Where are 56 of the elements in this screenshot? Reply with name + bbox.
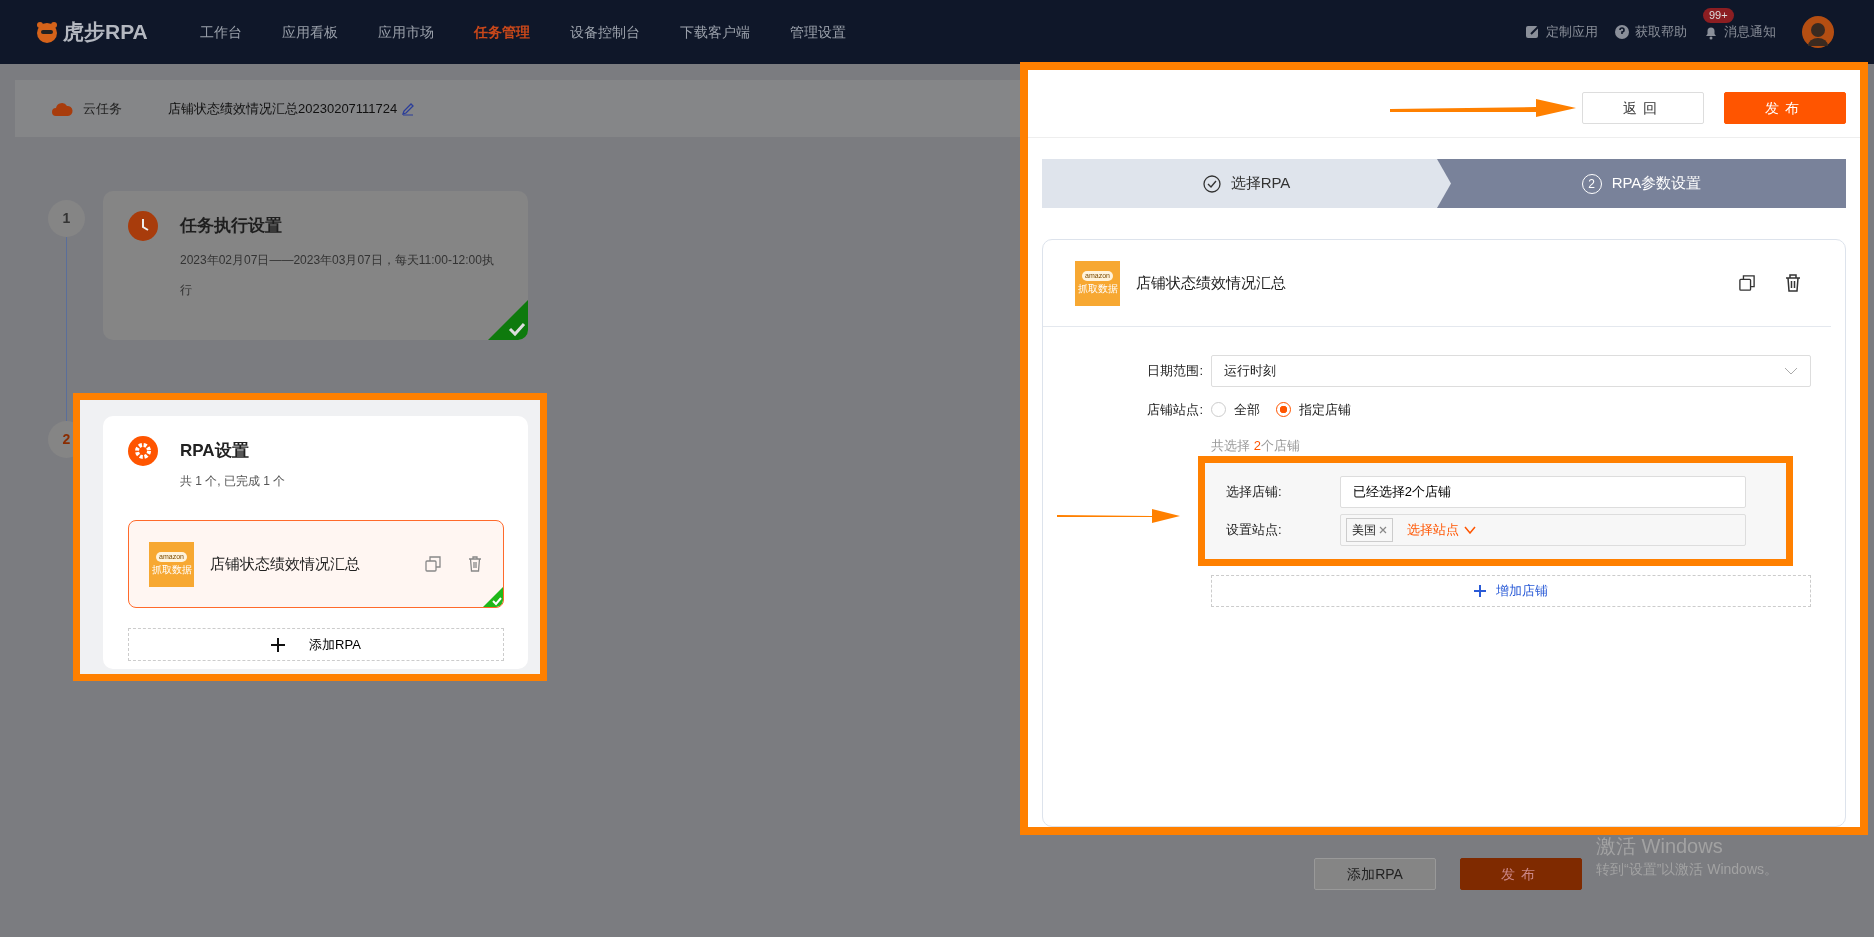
close-icon <box>1378 526 1387 534</box>
field-label: 设置站点: <box>1226 521 1283 540</box>
action-link[interactable]: 消息通知 <box>1724 22 1776 42</box>
copy-icon <box>1739 275 1755 291</box>
add-rpa-button[interactable]: 添加RPA <box>128 628 504 661</box>
nav-link[interactable]: 下载客户端 <box>679 21 750 43</box>
tiger-logo-icon <box>35 20 59 44</box>
add-store-button[interactable]: 增加店铺 <box>1211 575 1811 607</box>
nav-link[interactable]: 管理设置 <box>789 21 846 43</box>
brand-name: 虎步RPA <box>63 19 148 46</box>
field-label: 选择店铺: <box>1226 483 1283 502</box>
date-range-select[interactable]: 运行时刻 <box>1211 355 1811 387</box>
radio-option[interactable]: 全部 <box>1211 400 1260 420</box>
edit-icon <box>1525 24 1541 40</box>
action-link[interactable]: 定制应用 <box>1546 22 1598 42</box>
chevron-down-icon <box>1463 526 1476 534</box>
step-number: 1 <box>48 200 85 237</box>
add-rpa-button[interactable]: 添加RPA <box>1314 858 1436 890</box>
nav-link[interactable]: 工作台 <box>199 21 242 43</box>
trash-icon <box>467 556 483 572</box>
field-label: 日期范围: <box>1146 362 1204 381</box>
step-title: RPA设置 <box>180 440 249 463</box>
arrow-icon <box>1390 96 1576 120</box>
rpa-name: 店铺状态绩效情况汇总 <box>1136 272 1287 293</box>
chevron-down-icon <box>1784 367 1798 375</box>
step-description: 2023年02月07日——2023年03月07日，每天11:00-12:00执行 <box>180 252 495 299</box>
plus-icon <box>271 637 286 652</box>
plus-icon <box>1474 585 1486 597</box>
trash-icon <box>1785 274 1801 292</box>
back-button[interactable]: 返回 <box>1582 92 1704 124</box>
step-description: 共 1 个, 已完成 1 个 <box>180 473 287 490</box>
action-link[interactable]: 获取帮助 <box>1635 22 1687 42</box>
wizard-step[interactable]: 2 RPA参数设置 <box>1437 159 1846 208</box>
rpa-name: 店铺状态绩效情况汇总 <box>210 553 361 574</box>
site-tag[interactable]: 美国 <box>1345 518 1393 542</box>
step-title: 任务执行设置 <box>180 215 282 238</box>
gear-icon <box>128 436 158 466</box>
nav-link[interactable]: 应用看板 <box>281 21 338 43</box>
task-type: 云任务 <box>83 99 122 118</box>
avatar-icon <box>1802 16 1834 48</box>
nav-link[interactable]: 应用市场 <box>377 21 434 43</box>
help-icon <box>1614 24 1630 40</box>
field-label: 店铺站点: <box>1146 401 1204 419</box>
wizard-step[interactable]: 选择RPA <box>1042 159 1451 208</box>
site-field[interactable]: 美国 选择站点 <box>1339 514 1746 546</box>
nav-link[interactable]: 任务管理 <box>473 21 530 43</box>
radio-option[interactable]: 指定店铺 <box>1276 400 1351 420</box>
clock-icon <box>128 211 158 241</box>
copy-icon <box>425 556 441 572</box>
task-name: 店铺状态绩效情况汇总20230207111724 <box>168 99 398 118</box>
store-field[interactable]: 已经选择2个店铺 <box>1339 476 1746 508</box>
edit-icon <box>401 101 416 116</box>
notification-badge: 99+ <box>1703 8 1734 24</box>
nav-link[interactable]: 设备控制台 <box>569 21 640 43</box>
selection-summary: 共选择 2个店铺 <box>1211 436 1301 455</box>
arrow-icon <box>1057 508 1181 524</box>
